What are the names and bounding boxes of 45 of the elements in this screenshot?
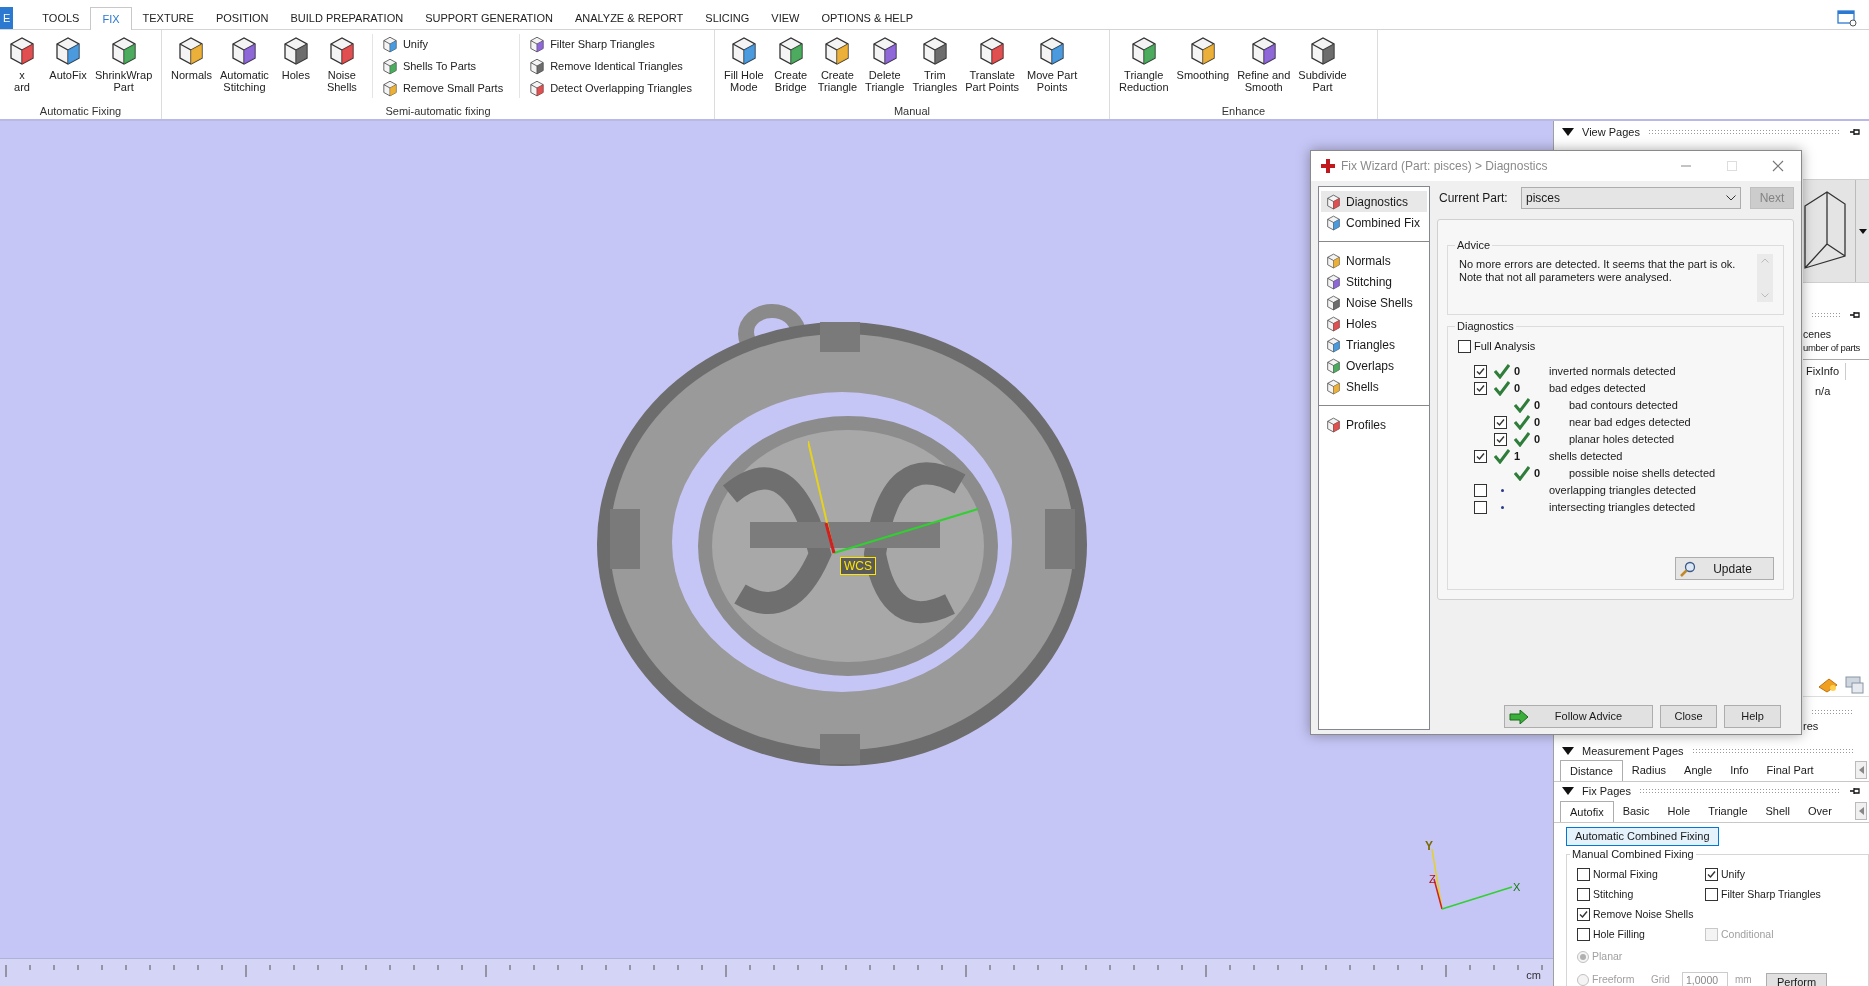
window-title: Fix Wizard (Part: pisces) > Diagnostics [1341,158,1549,175]
axis-label: X [1513,881,1521,893]
scene-text: umber of parts [1803,341,1861,355]
radio-label: Freeform [1592,971,1636,986]
panel-title: View Pages [1582,124,1640,140]
group-label: Automatic Fixing [38,104,123,119]
axis-label: Y [1425,841,1433,853]
column-header: FixInfo [1803,363,1846,380]
field-label: Current Part: [1439,190,1509,207]
group-label: Manual [892,104,932,119]
panel-title: res [1803,719,1820,733]
count-value: 0 [1533,415,1542,431]
wcs-label: WCS [840,557,876,575]
checkbox-label: Full Analysis [1474,338,1536,354]
group-label: Diagnostics [1455,319,1516,333]
axis-label: Z [1429,873,1436,885]
checkbox-label: Filter Sharp Triangles [1721,886,1821,902]
unit-label: mm [1735,973,1753,986]
table-cell-text: n/a [1814,384,1832,399]
scene-text: cenes [1803,327,1833,341]
count-value: 0 [1533,466,1542,482]
count-value: 0 [1533,398,1542,414]
panel-title: Measurement Pages [1582,743,1684,759]
checkbox-label: Normal Fixing [1593,866,1658,882]
checkbox-label: Stitching [1593,886,1634,902]
next-button: Next [1750,187,1794,209]
count-value: 0 [1513,381,1522,397]
count-value: 1 [1513,449,1522,465]
checkbox-label: Conditional [1721,926,1774,942]
diagnostic-label: possible noise shells detected [1569,466,1716,482]
radio-label: Planar [1592,948,1624,964]
group-label: Advice [1455,238,1493,252]
diagnostic-label: planar holes detected [1569,432,1675,448]
panel-title: Fix Pages [1582,783,1631,799]
group-label: Semi-automatic fixing [384,104,492,119]
checkbox-label: Remove Noise Shells [1593,906,1694,922]
group-label: Enhance [1220,104,1267,119]
diagnostic-label: near bad edges detected [1569,415,1691,431]
count-value: 0 [1533,432,1542,448]
checkbox-label: Unify [1721,866,1745,882]
checkbox-label: Hole Filling [1593,926,1645,942]
count-value: 0 [1513,364,1522,380]
unit-label: cm [1526,968,1541,983]
field-label: Grid [1651,973,1671,986]
diagnostic-label: bad contours detected [1569,398,1678,414]
